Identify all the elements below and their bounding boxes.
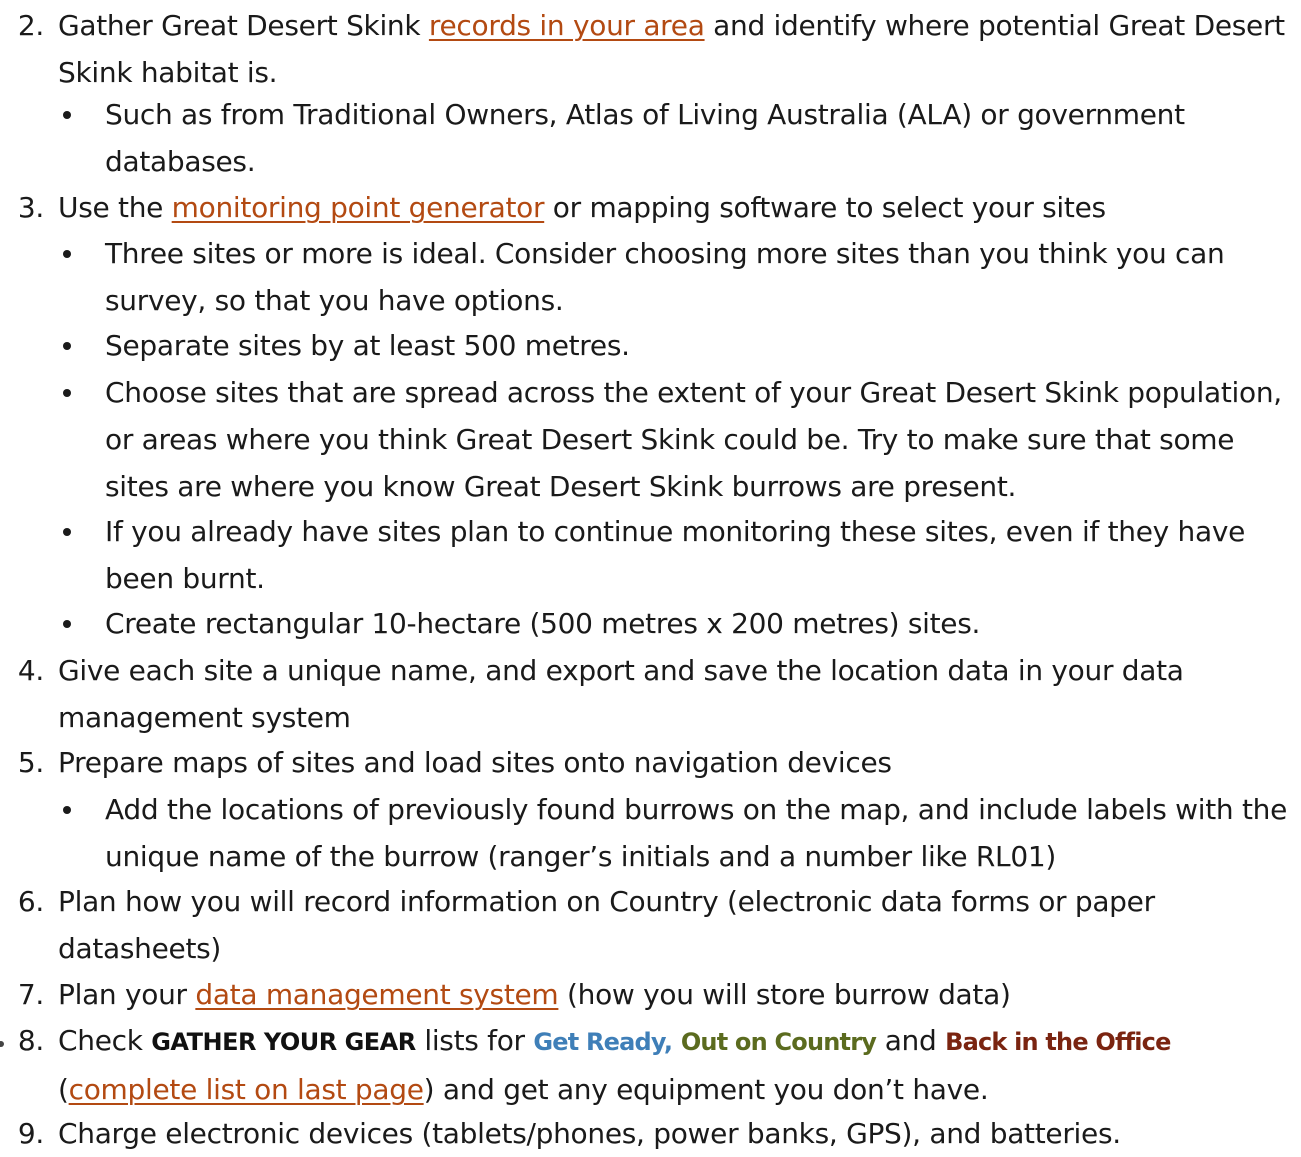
data-management-system-link[interactable]: data management system — [195, 978, 558, 1011]
step-text-part: ( — [58, 1073, 69, 1106]
records-in-your-area-link[interactable]: records in your area — [429, 9, 705, 42]
margin-marker-icon — [0, 1041, 4, 1047]
bullet-text: Add the locations of previously found bu… — [105, 793, 1288, 873]
step-number: 8. — [17, 1024, 44, 1057]
bullet-text: Three sites or more is ideal. Consider c… — [105, 237, 1225, 317]
step-text-part: Use the — [58, 191, 172, 224]
get-ready-list-label: Get Ready, — [533, 1028, 673, 1056]
step-number: 4. — [17, 654, 44, 687]
step-text-part: and — [876, 1024, 946, 1057]
step-text-part: Check — [58, 1024, 152, 1057]
bullet-text: Choose sites that are spread across the … — [105, 376, 1282, 503]
step-text-part: (how you will store burrow data) — [558, 978, 1011, 1011]
bullet-icon — [63, 250, 71, 258]
out-on-country-list-label: Out on Country — [680, 1028, 877, 1056]
step-text: Charge electronic devices (tablets/phone… — [58, 1117, 1121, 1150]
step-text-part: Gather Great Desert Skink — [58, 9, 429, 42]
step-text: Prepare maps of sites and load sites ont… — [58, 746, 892, 779]
back-in-the-office-list-label: Back in the Office — [945, 1028, 1171, 1056]
step-text: Give each site a unique name, and export… — [58, 654, 1184, 734]
step-text-part: lists for — [415, 1024, 534, 1057]
monitoring-point-generator-link[interactable]: monitoring point generator — [172, 191, 545, 224]
step-text: Use the monitoring point generator or ma… — [58, 184, 1288, 231]
step-number: 3. — [17, 191, 44, 224]
step-number: 6. — [17, 885, 44, 918]
step-text: Gather Great Desert Skink records in you… — [58, 2, 1288, 96]
step-text: Plan how you will record information on … — [58, 885, 1155, 965]
step-number: 9. — [17, 1117, 44, 1150]
step-text: Check GATHER YOUR GEAR lists for Get Rea… — [58, 1017, 1288, 1113]
bullet-text: Create rectangular 10-hectare (500 metre… — [105, 607, 981, 640]
step-text-part: Plan your — [58, 978, 196, 1011]
bullet-icon — [63, 342, 71, 350]
step-text-part: or mapping software to select your sites — [544, 191, 1106, 224]
gather-your-gear-heading: GATHER YOUR GEAR — [151, 1028, 416, 1056]
step-text-part: ) and get any equipment you don’t have. — [423, 1073, 989, 1106]
bullet-text: Separate sites by at least 500 metres. — [105, 329, 630, 362]
bullet-text: Such as from Traditional Owners, Atlas o… — [105, 98, 1185, 178]
bullet-icon — [63, 389, 71, 397]
bullet-icon — [63, 111, 71, 119]
bullet-text: If you already have sites plan to contin… — [105, 515, 1246, 595]
step-number: 5. — [17, 746, 44, 779]
bullet-icon — [63, 806, 71, 814]
bullet-icon — [63, 528, 71, 536]
complete-list-on-last-page-link[interactable]: complete list on last page — [69, 1073, 424, 1106]
step-number: 7. — [17, 978, 44, 1011]
step-text: Plan your data management system (how yo… — [58, 971, 1288, 1018]
bullet-icon — [63, 620, 71, 628]
step-number: 2. — [17, 9, 44, 42]
